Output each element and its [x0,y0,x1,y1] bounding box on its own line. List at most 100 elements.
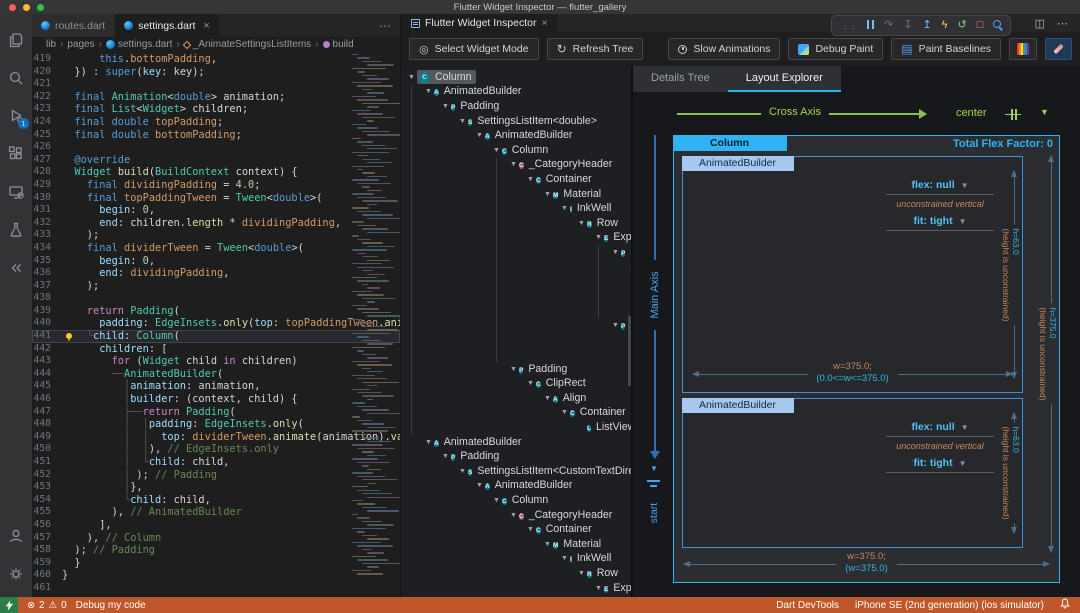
chevron-down-icon[interactable]: ▼ [559,555,570,562]
cross-axis-alignment-value[interactable]: center [956,107,987,119]
tree-item-RotationTransition[interactable]: ▼RRotationTransition [406,333,631,348]
chevron-down-icon[interactable]: ▼ [576,570,587,577]
extensions-icon[interactable] [0,135,32,173]
flex-dropdown[interactable]: flex: null▼ [886,179,994,195]
cross-axis-dropdown-caret[interactable]: ▼ [1040,107,1049,117]
remote-indicator[interactable] [0,597,18,613]
chevron-down-icon[interactable]: ▼ [525,526,536,533]
dart-devtools-status[interactable]: Dart DevTools [776,600,839,611]
tree-item-Container[interactable]: ▼CContainer [406,172,631,187]
tree-item-AnimatedBuilder[interactable]: ▼AAnimatedBuilder [406,85,631,100]
tree-item-Expanded[interactable]: ▼EExpanded [406,231,631,246]
breadcrumb-item-lib[interactable]: lib [46,39,56,50]
step-into-icon[interactable]: ↧ [903,20,912,31]
chevron-down-icon[interactable]: ▼ [593,585,604,592]
tree-item-Icon[interactable]: IIcon [406,347,631,362]
tree-item-InkWell[interactable]: ▼IInkWell [406,552,631,567]
chevron-down-icon[interactable]: ▼ [457,118,468,125]
tree-item-Container[interactable]: ▼CContainer [406,522,631,537]
chevron-down-icon[interactable]: ▼ [474,482,485,489]
more-actions-icon[interactable]: ⋯ [1057,17,1068,30]
chevron-down-icon[interactable]: ▼ [423,88,434,95]
chevron-down-icon[interactable]: ▼ [406,74,417,81]
explorer-icon[interactable] [0,21,32,59]
chevron-down-icon[interactable]: ▼ [542,395,553,402]
split-editor-icon[interactable]: ◫ [1035,17,1045,30]
slow-animations-button[interactable]: Slow Animations [668,38,780,60]
main-axis-alignment-value[interactable]: start [648,493,660,533]
theme-brush-button[interactable] [1045,38,1072,60]
paint-baselines-button[interactable]: ▤ Paint Baselines [891,38,1001,60]
debug-paint-button[interactable]: Debug Paint [788,38,883,60]
chevron-down-icon[interactable]: ▼ [508,161,519,168]
repaint-rainbow-button[interactable] [1009,38,1037,60]
tab-layout-explorer[interactable]: Layout Explorer [728,66,841,92]
tree-item-Container[interactable]: ▼CContainer [406,406,631,421]
child-box-header[interactable]: AnimatedBuilder [682,398,794,413]
chevron-down-icon[interactable]: ▼ [440,103,451,110]
tree-item-Material[interactable]: ▼MMaterial [406,187,631,202]
step-out-icon[interactable]: ↥ [922,20,931,31]
tree-item-Padding[interactable]: ▼PPadding [406,318,631,333]
tab-routes.dart[interactable]: routes.dart [32,14,115,37]
chevron-down-icon[interactable]: ▼ [423,439,434,446]
search-icon[interactable] [0,59,32,97]
tree-item-Padding[interactable]: ▼PPadding [406,449,631,464]
tree-item-Padding[interactable]: ▼PPadding [406,99,631,114]
pause-icon[interactable] [867,20,874,32]
hot-reload-icon[interactable]: ϟ [942,20,948,31]
flex-dropdown[interactable]: flex: null▼ [886,421,994,437]
tab-flutter-widget-inspector[interactable]: Flutter Widget Inspector × [401,14,558,32]
tree-item-Padding[interactable]: ▼PPadding [406,245,631,260]
refresh-tree-button[interactable]: ↻ Refresh Tree [547,38,644,60]
chevron-down-icon[interactable]: ▼ [610,249,621,256]
select-widget-mode-button[interactable]: ◎ Select Widget Mode [409,38,539,60]
tree-item-Text[interactable]: TText [406,274,631,289]
chevron-down-icon[interactable]: ▼ [474,132,485,139]
inspect-icon[interactable] [993,20,1001,31]
chevron-down-icon[interactable]: ▼ [525,176,536,183]
device-status[interactable]: iPhone SE (2nd generation) (ios simulato… [855,600,1044,611]
breadcrumb-item-build[interactable]: build [323,39,354,50]
tree-item-ListView[interactable]: LListView [406,420,631,435]
tree-item-AnimatedBuilder[interactable]: ▼AAnimatedBuilder [406,435,631,450]
chevron-down-icon[interactable]: ▼ [491,147,502,154]
column-box-header[interactable]: Column [673,135,787,151]
step-over-icon[interactable]: ↷ [884,20,893,31]
tree-item-SettingsListItem-CustomTextDirection-[interactable]: ▼SSettingsListItem<CustomTextDirection> [406,464,631,479]
tree-item-Column[interactable]: ▼CColumn [406,143,631,158]
chevron-down-icon[interactable]: ▼ [559,205,570,212]
chevron-down-icon[interactable]: ▼ [542,541,553,548]
tree-item-Column[interactable]: ▼CColumn [406,70,631,85]
tab-details-tree[interactable]: Details Tree [633,66,728,92]
tree-item-Expanded[interactable]: ▼EExpanded [406,581,631,596]
account-icon[interactable] [0,517,32,555]
flex-child-box-AnimatedBuilder[interactable]: AnimatedBuilderflex: null▼unconstrained … [682,398,1023,548]
tree-item-AnimatedBuilder[interactable]: ▼AAnimatedBuilder [406,128,631,143]
testing-icon[interactable] [0,211,32,249]
tree-item-Column[interactable]: ▼CColumn [406,260,631,275]
chevron-down-icon[interactable]: ▼ [593,234,604,241]
restart-icon[interactable]: ↺ [957,20,966,31]
minimap[interactable] [350,54,394,597]
breadcrumb-item-settings.dart[interactable]: settings.dart [106,39,172,50]
tree-item-Align[interactable]: ▼AAlign [406,391,631,406]
notifications-bell-icon[interactable] [1060,598,1070,612]
collapse-icon[interactable] [0,249,32,287]
stop-icon[interactable]: □ [977,20,984,31]
problems-status[interactable]: ⊗ 2 ⚠ 0 [27,600,67,611]
tree-item-SizeTransition[interactable]: ▼SSizeTransition [406,289,631,304]
editor-more-actions-icon[interactable]: ⋯ [370,14,400,37]
breadcrumb-item-_AnimateSettingsListItems[interactable]: _AnimateSettingsListItems [184,39,311,50]
close-icon[interactable]: × [203,20,209,32]
chevron-down-icon[interactable]: ▼ [576,220,587,227]
child-box-header[interactable]: AnimatedBuilder [682,156,794,171]
flex-child-box-AnimatedBuilder[interactable]: AnimatedBuilderflex: null▼unconstrained … [682,156,1023,393]
tab-settings.dart[interactable]: settings.dart× [115,14,220,37]
breadcrumb-item-pages[interactable]: pages [67,39,94,50]
column-layout-box[interactable]: Column Total Flex Factor: 0 AnimatedBuil… [673,135,1060,583]
chevron-down-icon[interactable]: ▼ [440,453,451,460]
tree-item-_CategoryHeader[interactable]: ▼C_CategoryHeader [406,508,631,523]
chevron-down-icon[interactable]: ▼ [559,409,570,416]
run-debug-icon[interactable]: 1 [0,97,32,135]
